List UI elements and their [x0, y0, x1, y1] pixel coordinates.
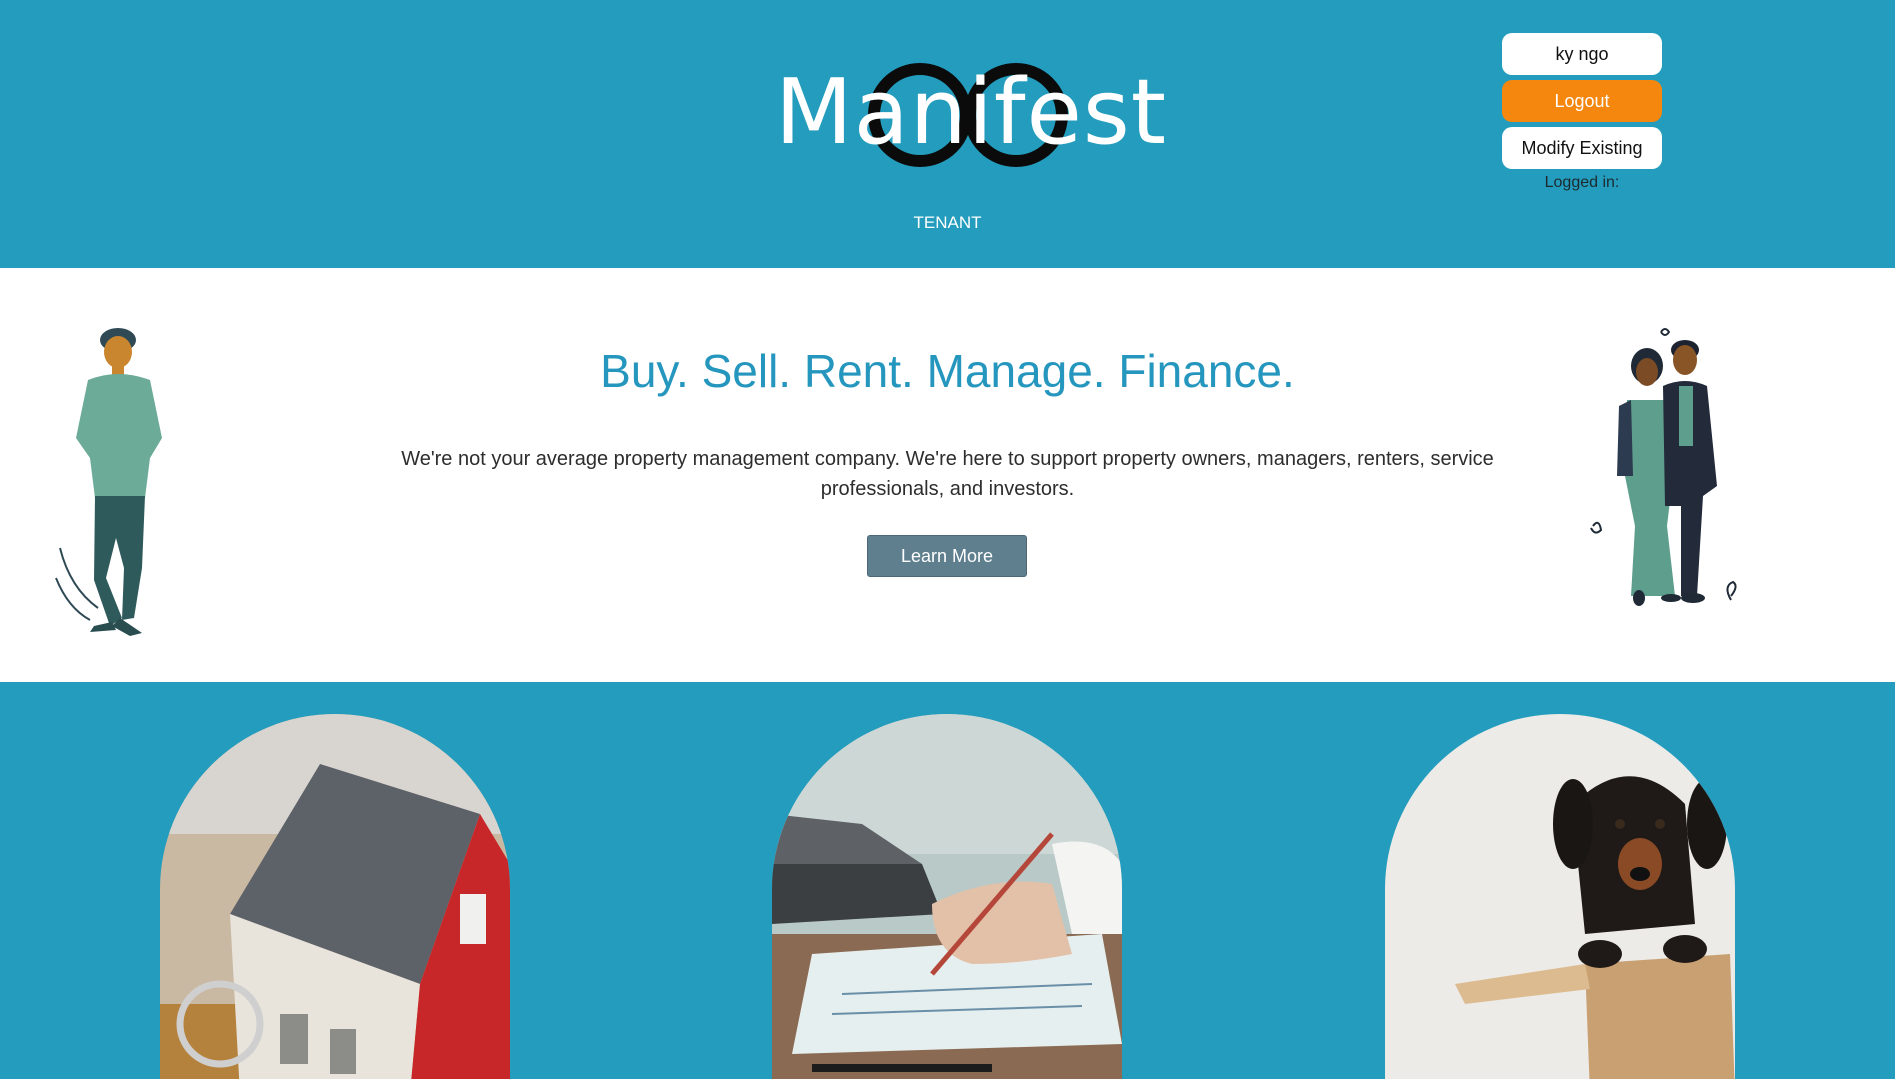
- site-header: Manifest TENANT ky ngo Logout Modify Exi…: [0, 0, 1895, 268]
- hero-description: We're not your average property manageme…: [401, 448, 1494, 500]
- couple-illustration: [1590, 328, 1737, 606]
- role-label: TENANT: [913, 213, 982, 232]
- feature-cards: [0, 682, 1895, 1079]
- house-with-keys-image: [160, 714, 510, 1079]
- logged-in-status: Logged in:: [1544, 174, 1620, 191]
- logo-wordmark: Manifest: [775, 60, 1168, 165]
- auth-panel: ky ngo Logout Modify Existing Logged in:: [1502, 33, 1662, 192]
- hand-writing-near-laptop-image: [772, 714, 1122, 1079]
- learn-more-button[interactable]: Learn More: [867, 535, 1027, 577]
- card-moving-dog-image[interactable]: [1385, 714, 1735, 1079]
- dachshund-in-box-image: [1385, 714, 1735, 1079]
- modify-existing-button[interactable]: Modify Existing: [1502, 127, 1662, 169]
- card-house-image[interactable]: [160, 714, 510, 1079]
- user-name-button[interactable]: ky ngo: [1502, 33, 1662, 75]
- logout-button[interactable]: Logout: [1502, 80, 1662, 122]
- hero-section: Buy. Sell. Rent. Manage. Finance. We're …: [0, 268, 1895, 682]
- card-paperwork-image[interactable]: [772, 714, 1122, 1079]
- manifest-logo[interactable]: Manifest: [770, 50, 1166, 180]
